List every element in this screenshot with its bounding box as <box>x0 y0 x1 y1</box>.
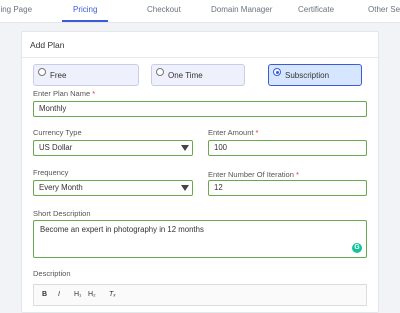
currency-type-label: Currency Type <box>33 128 82 137</box>
tab-pricing[interactable]: Pricing <box>73 5 97 14</box>
plan-type-label: One Time <box>168 71 203 80</box>
clear-format-button[interactable]: Tₓ <box>109 291 116 298</box>
tab-bar: ding Page Pricing Checkout Domain Manage… <box>0 0 400 23</box>
heading1-button[interactable]: H₁ <box>74 291 81 298</box>
card-title: Add Plan <box>30 40 65 50</box>
required-mark: * <box>295 170 299 179</box>
tab-checkout[interactable]: Checkout <box>147 5 181 14</box>
currency-type-select[interactable]: US Dollar <box>33 140 193 156</box>
add-plan-card: Add Plan Free One Time Subscription Ente… <box>21 31 379 313</box>
dropdown-arrow-icon <box>181 145 189 151</box>
amount-input[interactable]: 100 <box>208 140 367 156</box>
plan-name-label: Enter Plan Name * <box>33 89 96 98</box>
amount-label: Enter Amount * <box>208 128 259 137</box>
short-description-label: Short Description <box>33 209 91 218</box>
short-description-textarea[interactable]: Become an expert in photography in 12 mo… <box>33 220 367 258</box>
active-tab-indicator <box>62 20 108 22</box>
tab-domain-manager[interactable]: Domain Manager <box>211 5 272 14</box>
plan-type-subscription[interactable]: Subscription <box>268 64 362 86</box>
tab-other-settings[interactable]: Other Sett <box>368 5 400 14</box>
frequency-label: Frequency <box>33 168 69 177</box>
tab-landing-page[interactable]: ding Page <box>0 5 32 14</box>
heading2-button[interactable]: H₂ <box>88 291 96 298</box>
card-divider <box>22 57 378 58</box>
radio-button-free[interactable] <box>38 68 46 76</box>
plan-type-label: Subscription <box>285 71 330 80</box>
iteration-input[interactable]: 12 <box>208 180 367 196</box>
bold-button[interactable]: B <box>42 291 47 298</box>
plan-type-one-time[interactable]: One Time <box>151 64 245 86</box>
frequency-value: Every Month <box>39 183 83 192</box>
tab-certificate[interactable]: Certificate <box>298 5 334 14</box>
currency-type-value: US Dollar <box>39 143 73 152</box>
dropdown-arrow-icon <box>181 185 189 191</box>
grammarly-icon[interactable]: G <box>352 243 362 253</box>
plan-type-free[interactable]: Free <box>33 64 139 86</box>
radio-button-subscription[interactable] <box>273 68 281 76</box>
italic-button[interactable]: I <box>58 291 60 298</box>
description-label: Description <box>33 269 71 278</box>
required-mark: * <box>92 89 96 98</box>
required-mark: * <box>255 128 259 137</box>
frequency-select[interactable]: Every Month <box>33 180 193 196</box>
plan-name-input[interactable]: Monthly <box>33 101 367 117</box>
iteration-label: Enter Number Of Iteration * <box>208 170 299 179</box>
editor-toolbar: B I H₁ H₂ Tₓ <box>33 284 367 306</box>
plan-type-label: Free <box>50 71 67 80</box>
short-description-text: Become an expert in photography in 12 mo… <box>40 225 204 234</box>
radio-button-one-time[interactable] <box>156 68 164 76</box>
